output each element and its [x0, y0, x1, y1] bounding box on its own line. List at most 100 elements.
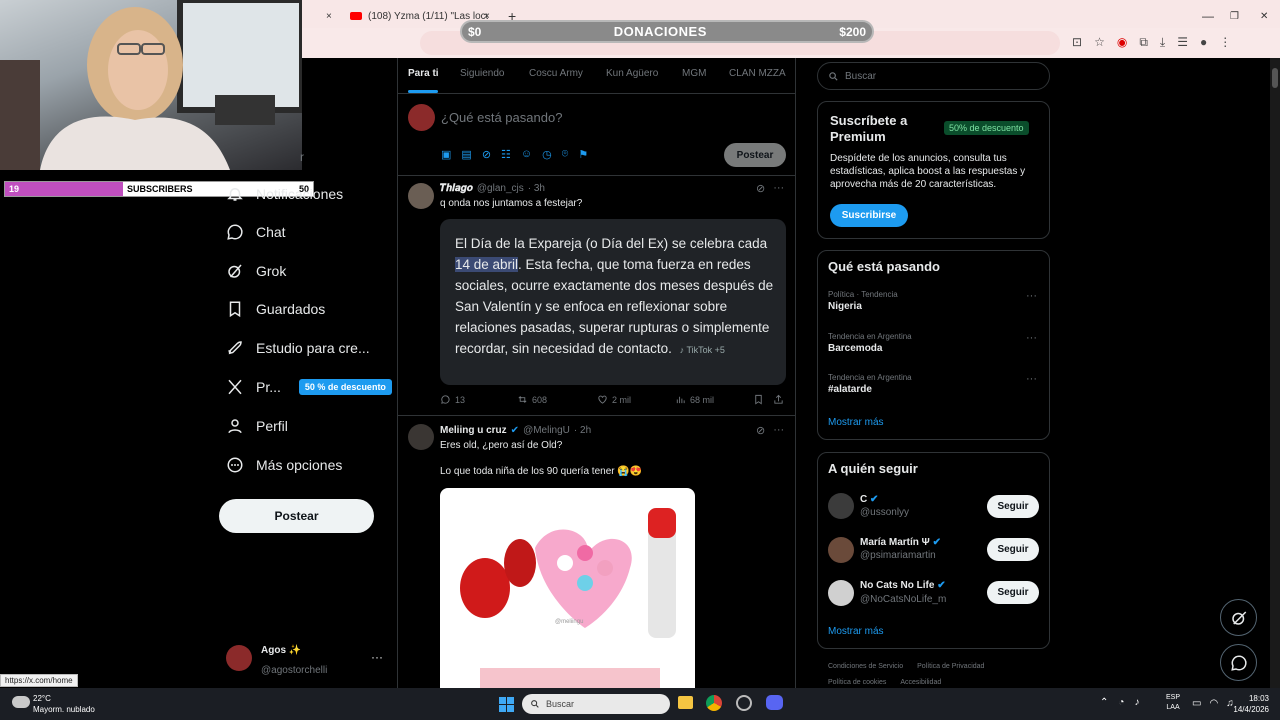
follow-show-more[interactable]: Mostrar más [828, 626, 884, 637]
close-window-icon[interactable]: ✕ [1260, 4, 1268, 28]
microphone-icon[interactable]: ♪ [1134, 697, 1139, 708]
flag-icon[interactable]: ⚑ [578, 148, 588, 161]
tab-kun-aguero[interactable]: Kun Agüero [606, 68, 658, 79]
tweet-author[interactable]: Meliing u cruz [440, 425, 507, 436]
source-chip[interactable]: ♪ TikTok +5 [680, 345, 725, 355]
scrollbar-thumb[interactable] [1272, 68, 1278, 88]
discord-icon[interactable] [766, 695, 783, 710]
emoji-icon[interactable]: ☺ [521, 148, 532, 161]
grok-floating-button[interactable] [1220, 599, 1257, 636]
nav-item-creator-studio[interactable]: Estudio para cre... [226, 334, 370, 362]
user-avatar[interactable] [828, 537, 854, 563]
tweet-time[interactable]: · 2h [574, 425, 591, 436]
tweet-image[interactable]: @meliingu [440, 488, 695, 688]
weather-icon[interactable] [12, 696, 30, 708]
more-icon[interactable]: ··· [773, 182, 784, 195]
file-explorer-icon[interactable] [678, 696, 693, 709]
maximize-icon[interactable]: ❐ [1230, 4, 1239, 28]
download-icon[interactable]: ⤓ [1160, 35, 1165, 50]
reply-button[interactable]: 13 [440, 394, 465, 405]
nav-item-grok[interactable]: Grok [226, 257, 286, 285]
user-name[interactable]: María Martín Ψ ✔ [860, 537, 941, 548]
tweet-handle[interactable]: @MelingU [523, 425, 570, 436]
display-icon[interactable]: ▭ [1192, 698, 1201, 709]
views-button[interactable]: 68 mil [675, 394, 714, 405]
trend-item[interactable]: Tendencia en Argentina #alatarde [828, 373, 912, 395]
trend-item[interactable]: Política · Tendencia Nigeria [828, 290, 898, 312]
tweet-handle[interactable]: @glan_cjs [477, 183, 524, 194]
account-avatar[interactable] [226, 645, 252, 671]
minimize-icon[interactable]: — [1202, 4, 1214, 28]
obs-icon[interactable] [736, 695, 752, 711]
tab-clan-mzza[interactable]: CLAN MZZA [729, 68, 786, 79]
page-scrollbar[interactable] [1270, 58, 1280, 688]
footer-link[interactable]: Accesibilidad [900, 679, 941, 686]
install-icon[interactable]: ⊡ [1072, 35, 1082, 50]
more-icon[interactable]: ··· [1026, 332, 1037, 344]
tweet-time[interactable]: · 3h [528, 183, 545, 194]
tab-coscu-army[interactable]: Coscu Army [529, 68, 583, 79]
tab-mgm[interactable]: MGM [682, 68, 706, 79]
post-button[interactable]: Postear [219, 499, 374, 533]
weather-widget[interactable]: 22°C Mayorm. nublado [33, 693, 95, 715]
more-icon[interactable]: ··· [773, 424, 784, 437]
share-button[interactable] [773, 394, 784, 405]
tweet-avatar[interactable] [408, 183, 434, 209]
more-icon[interactable]: ··· [1026, 290, 1037, 302]
profile-icon[interactable]: ● [1200, 35, 1207, 50]
nav-item-more[interactable]: Más opciones [226, 451, 342, 479]
gif-icon[interactable]: ▤ [461, 148, 471, 161]
follow-button[interactable]: Seguir [987, 538, 1039, 561]
composer-post-button[interactable]: Postear [724, 143, 786, 167]
messages-floating-button[interactable] [1220, 644, 1257, 681]
nav-item-bookmarks[interactable]: Guardados [226, 295, 325, 323]
user-name[interactable]: C ✔ [860, 494, 878, 505]
nav-item-profile[interactable]: Perfil [226, 412, 288, 440]
nav-item-notifications[interactable]: Notificaciones [226, 180, 343, 208]
user-avatar[interactable] [828, 493, 854, 519]
language-indicator[interactable]: ESP LAA [1166, 693, 1180, 713]
footer-link[interactable]: Política de Privacidad [917, 663, 984, 670]
star-icon[interactable]: ☆ [1094, 35, 1105, 50]
taskbar-search[interactable]: Buscar [522, 694, 670, 714]
tab-para-ti[interactable]: Para ti [408, 68, 439, 79]
subscribe-button[interactable]: Suscribirse [830, 204, 908, 227]
location-icon[interactable]: ⌾ [562, 148, 569, 161]
composer-input[interactable]: ¿Qué está pasando? [441, 110, 562, 125]
more-icon[interactable]: ··· [1026, 373, 1037, 385]
image-icon[interactable]: ▣ [441, 148, 451, 161]
tweet-avatar[interactable] [408, 424, 434, 450]
chevron-up-icon[interactable]: ⌃ [1100, 697, 1108, 708]
chrome-icon[interactable] [706, 695, 722, 711]
user-name[interactable]: No Cats No Life ✔ [860, 580, 946, 591]
user-avatar[interactable] [828, 580, 854, 606]
bookmark-button[interactable] [753, 394, 764, 405]
search-box[interactable]: Buscar [817, 62, 1050, 90]
follow-button[interactable]: Seguir [987, 495, 1039, 518]
retweet-button[interactable]: 608 [517, 394, 547, 405]
trend-item[interactable]: Tendencia en Argentina Barcemoda [828, 332, 912, 354]
tweet-author[interactable]: 𝑻𝒉𝒊𝒂𝒈𝒐 [440, 183, 473, 194]
network-icon[interactable]: ◔ [1118, 697, 1124, 708]
menu-icon[interactable]: ⋮ [1219, 35, 1231, 50]
tab-siguiendo[interactable]: Siguiendo [460, 68, 504, 79]
grok-icon[interactable]: ⊘ [756, 424, 765, 437]
extensions-icon[interactable]: ⧉ [1139, 35, 1148, 50]
wifi-icon[interactable]: ◠ [1209, 698, 1218, 709]
footer-link[interactable]: Política de cookies [828, 679, 886, 686]
windows-start-icon[interactable] [499, 697, 514, 712]
poll-icon[interactable]: ☷ [501, 148, 511, 161]
schedule-icon[interactable]: ◷ [542, 148, 552, 161]
reading-list-icon[interactable]: ☰ [1177, 35, 1188, 50]
tab-close-prev[interactable]: × [326, 4, 332, 28]
nav-item-premium[interactable]: Pr... 50 % de descuento [226, 373, 392, 401]
grok-icon[interactable]: ⊘ [482, 148, 491, 161]
trends-show-more[interactable]: Mostrar más [828, 417, 884, 428]
clock[interactable]: 18:03 14/4/2026 [1224, 693, 1269, 715]
account-more-icon[interactable]: ··· [371, 650, 383, 664]
footer-link[interactable]: Condiciones de Servicio [828, 663, 903, 670]
grok-icon[interactable]: ⊘ [756, 182, 765, 195]
nav-item-chat[interactable]: Chat [226, 218, 286, 246]
follow-button[interactable]: Seguir [987, 581, 1039, 604]
opera-icon[interactable]: ◉ [1117, 35, 1127, 50]
